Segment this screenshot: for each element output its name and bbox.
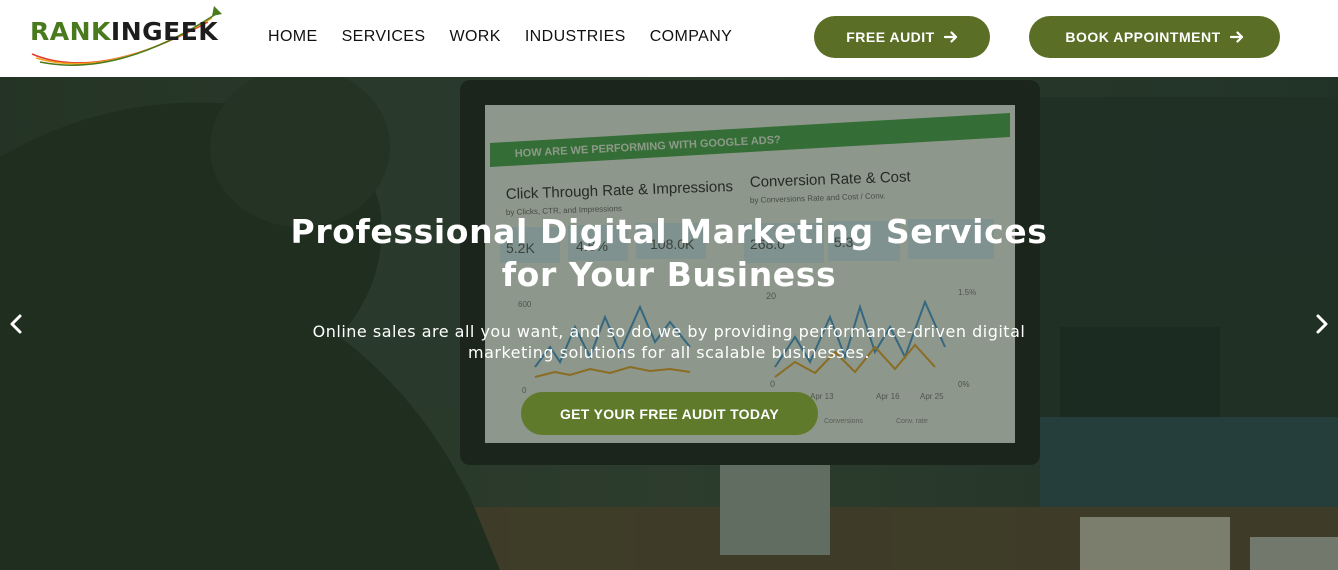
arrow-right-icon — [943, 31, 957, 43]
hero-subtitle: Online sales are all you want, and so do… — [270, 321, 1068, 363]
hero-title-line-2: for Your Business — [501, 255, 837, 294]
logo-part-ingeek: INGEEK — [110, 17, 219, 46]
slider-next-button[interactable] — [1312, 311, 1332, 337]
slider-prev-button[interactable] — [6, 311, 26, 337]
logo-wordmark: RANKINGEEK — [30, 18, 218, 46]
hero-title-line-1: Professional Digital Marketing Services — [290, 212, 1048, 251]
chevron-left-icon — [10, 314, 22, 334]
logo-part-rank: RANK — [30, 17, 111, 46]
main-nav: HOME SERVICES WORK INDUSTRIES COMPANY — [268, 27, 756, 47]
rankingeek-logo[interactable]: RANKINGEEK — [28, 4, 228, 72]
nav-item-company[interactable]: COMPANY — [650, 27, 733, 47]
hero-subtitle-line-2: marketing solutions for all scalable bus… — [468, 343, 870, 362]
free-audit-cta-button[interactable]: GET YOUR FREE AUDIT TODAY — [521, 392, 818, 435]
free-audit-label: FREE AUDIT — [846, 29, 935, 45]
nav-item-industries[interactable]: INDUSTRIES — [525, 27, 626, 47]
book-appointment-button[interactable]: BOOK APPOINTMENT — [1029, 16, 1280, 58]
chevron-right-icon — [1316, 314, 1328, 334]
nav-item-services[interactable]: SERVICES — [342, 27, 426, 47]
site-header: RANKINGEEK HOME SERVICES WORK INDUSTRIES… — [0, 0, 1338, 77]
hero-slider: HOW ARE WE PERFORMING WITH GOOGLE ADS? C… — [0, 77, 1338, 570]
hero-subtitle-line-1: Online sales are all you want, and so do… — [312, 322, 1026, 341]
nav-item-work[interactable]: WORK — [449, 27, 500, 47]
nav-item-home[interactable]: HOME — [268, 27, 318, 47]
arrow-right-icon — [1229, 31, 1243, 43]
book-appointment-label: BOOK APPOINTMENT — [1065, 29, 1221, 45]
hero-title: Professional Digital Marketing Services … — [200, 210, 1138, 296]
free-audit-button[interactable]: FREE AUDIT — [814, 16, 990, 58]
